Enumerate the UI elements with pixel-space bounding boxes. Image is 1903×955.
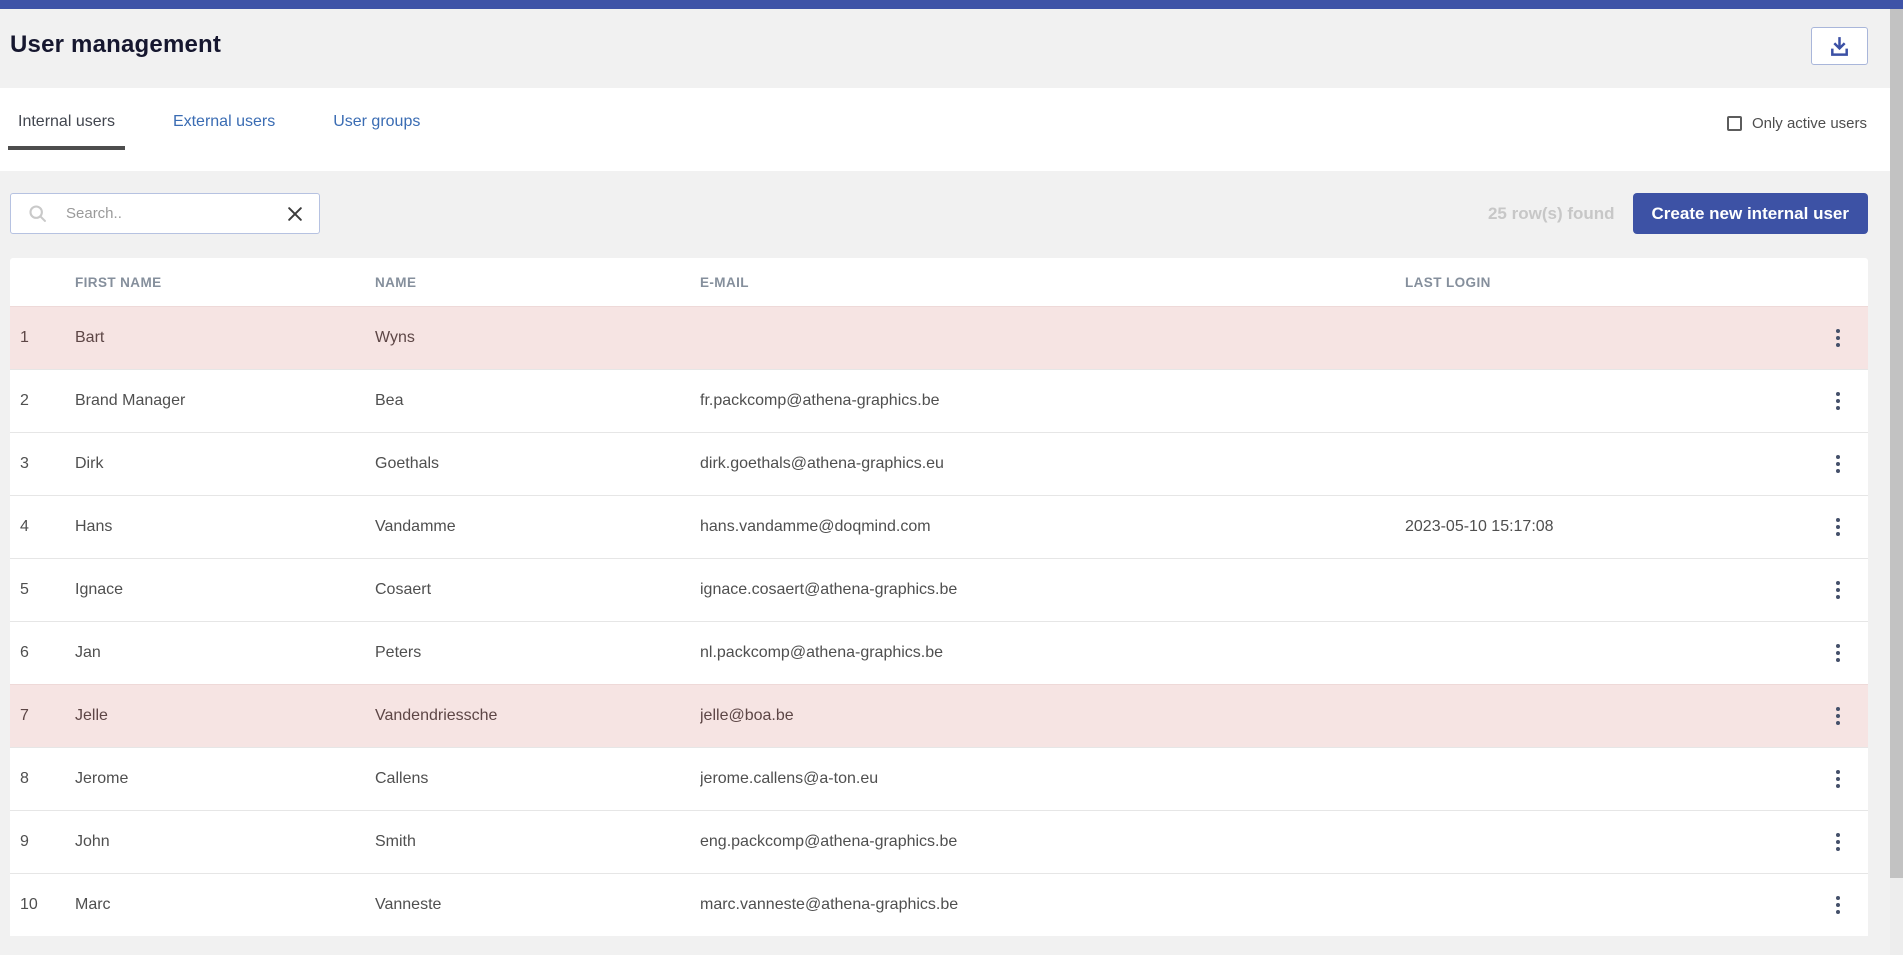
cell-email: nl.packcomp@athena-graphics.be bbox=[700, 644, 1405, 662]
cell-email: jerome.callens@a-ton.eu bbox=[700, 770, 1405, 788]
cell-email: fr.packcomp@athena-graphics.be bbox=[700, 392, 1405, 410]
table-row[interactable]: 5 Ignace Cosaert ignace.cosaert@athena-g… bbox=[10, 558, 1868, 621]
close-icon bbox=[285, 204, 305, 224]
row-number: 4 bbox=[20, 518, 75, 536]
clear-search-button[interactable] bbox=[283, 202, 307, 226]
row-actions-menu-button[interactable] bbox=[1828, 449, 1848, 479]
cell-first-name: Ignace bbox=[75, 581, 375, 599]
tab-internal-users[interactable]: Internal users bbox=[8, 113, 125, 150]
row-number: 8 bbox=[20, 770, 75, 788]
kebab-icon bbox=[1836, 770, 1840, 774]
cell-first-name: Brand Manager bbox=[75, 392, 375, 410]
only-active-users-toggle[interactable]: Only active users bbox=[1727, 115, 1867, 132]
row-number: 9 bbox=[20, 833, 75, 851]
row-number: 7 bbox=[20, 707, 75, 725]
rows-found-count: 25 row(s) found bbox=[1488, 204, 1615, 224]
row-number: 3 bbox=[20, 455, 75, 473]
table-row[interactable]: 6 Jan Peters nl.packcomp@athena-graphics… bbox=[10, 621, 1868, 684]
kebab-icon bbox=[1836, 896, 1840, 900]
row-actions-menu-button[interactable] bbox=[1828, 575, 1848, 605]
row-actions-menu-button[interactable] bbox=[1828, 890, 1848, 920]
cell-first-name: Dirk bbox=[75, 455, 375, 473]
vertical-scrollbar[interactable] bbox=[1890, 9, 1903, 955]
cell-email: eng.packcomp@athena-graphics.be bbox=[700, 833, 1405, 851]
cell-first-name: John bbox=[75, 833, 375, 851]
app-top-accent-bar bbox=[0, 0, 1903, 9]
table-row[interactable]: 4 Hans Vandamme hans.vandamme@doqmind.co… bbox=[10, 495, 1868, 558]
tab-bar: Internal users External users User group… bbox=[8, 113, 430, 150]
cell-name: Vandamme bbox=[375, 518, 700, 536]
cell-name: Peters bbox=[375, 644, 700, 662]
kebab-icon bbox=[1836, 392, 1840, 396]
tab-external-users[interactable]: External users bbox=[163, 113, 285, 150]
table-toolbar: 25 row(s) found Create new internal user bbox=[10, 193, 1868, 234]
row-actions-menu-button[interactable] bbox=[1828, 701, 1848, 731]
tab-user-groups[interactable]: User groups bbox=[323, 113, 430, 150]
kebab-icon bbox=[1836, 707, 1840, 711]
table-row[interactable]: 8 Jerome Callens jerome.callens@a-ton.eu bbox=[10, 747, 1868, 810]
cell-name: Bea bbox=[375, 392, 700, 410]
only-active-checkbox[interactable] bbox=[1727, 116, 1742, 131]
cell-email: jelle@boa.be bbox=[700, 707, 1405, 725]
cell-last-login: 2023-05-10 15:17:08 bbox=[1405, 518, 1808, 536]
cell-name: Smith bbox=[375, 833, 700, 851]
search-box[interactable] bbox=[10, 193, 320, 234]
table-row[interactable]: 9 John Smith eng.packcomp@athena-graphic… bbox=[10, 810, 1868, 873]
table-body: 1 Bart Wyns 2 Brand Manager Bea fr.packc… bbox=[10, 306, 1868, 936]
kebab-icon bbox=[1836, 833, 1840, 837]
search-input[interactable] bbox=[64, 204, 283, 223]
cell-name: Callens bbox=[375, 770, 700, 788]
row-number: 1 bbox=[20, 329, 75, 347]
header-name: NAME bbox=[375, 275, 700, 290]
kebab-icon bbox=[1836, 329, 1840, 333]
row-number: 5 bbox=[20, 581, 75, 599]
scrollbar-thumb[interactable] bbox=[1890, 9, 1903, 878]
row-actions-menu-button[interactable] bbox=[1828, 764, 1848, 794]
cell-email: dirk.goethals@athena-graphics.eu bbox=[700, 455, 1405, 473]
row-number: 6 bbox=[20, 644, 75, 662]
download-button[interactable] bbox=[1811, 27, 1868, 65]
download-icon bbox=[1828, 35, 1851, 58]
table-row[interactable]: 1 Bart Wyns bbox=[10, 306, 1868, 369]
table-row[interactable]: 3 Dirk Goethals dirk.goethals@athena-gra… bbox=[10, 432, 1868, 495]
row-actions-menu-button[interactable] bbox=[1828, 512, 1848, 542]
cell-first-name: Jan bbox=[75, 644, 375, 662]
create-new-internal-user-button[interactable]: Create new internal user bbox=[1633, 193, 1868, 234]
row-actions-menu-button[interactable] bbox=[1828, 386, 1848, 416]
row-number: 2 bbox=[20, 392, 75, 410]
cell-first-name: Jerome bbox=[75, 770, 375, 788]
kebab-icon bbox=[1836, 581, 1840, 585]
search-icon bbox=[27, 203, 48, 224]
kebab-icon bbox=[1836, 455, 1840, 459]
table-row[interactable]: 2 Brand Manager Bea fr.packcomp@athena-g… bbox=[10, 369, 1868, 432]
row-actions-menu-button[interactable] bbox=[1828, 323, 1848, 353]
kebab-icon bbox=[1836, 644, 1840, 648]
cell-first-name: Marc bbox=[75, 896, 375, 914]
cell-first-name: Hans bbox=[75, 518, 375, 536]
cell-email: hans.vandamme@doqmind.com bbox=[700, 518, 1405, 536]
cell-name: Wyns bbox=[375, 329, 700, 347]
row-actions-menu-button[interactable] bbox=[1828, 827, 1848, 857]
header-email: E-MAIL bbox=[700, 275, 1405, 290]
header-first-name: FIRST NAME bbox=[75, 275, 375, 290]
table-row[interactable]: 7 Jelle Vandendriessche jelle@boa.be bbox=[10, 684, 1868, 747]
kebab-icon bbox=[1836, 518, 1840, 522]
table-row[interactable]: 10 Marc Vanneste marc.vanneste@athena-gr… bbox=[10, 873, 1868, 936]
cell-name: Vanneste bbox=[375, 896, 700, 914]
cell-name: Vandendriessche bbox=[375, 707, 700, 725]
cell-name: Cosaert bbox=[375, 581, 700, 599]
row-number: 10 bbox=[20, 896, 75, 914]
row-actions-menu-button[interactable] bbox=[1828, 638, 1848, 668]
cell-email: marc.vanneste@athena-graphics.be bbox=[700, 896, 1405, 914]
tabs-band: Internal users External users User group… bbox=[0, 88, 1903, 171]
cell-first-name: Jelle bbox=[75, 707, 375, 725]
only-active-label: Only active users bbox=[1752, 115, 1867, 132]
cell-email: ignace.cosaert@athena-graphics.be bbox=[700, 581, 1405, 599]
cell-name: Goethals bbox=[375, 455, 700, 473]
cell-first-name: Bart bbox=[75, 329, 375, 347]
users-table: FIRST NAME NAME E-MAIL LAST LOGIN 1 Bart… bbox=[10, 258, 1868, 936]
table-header-row: FIRST NAME NAME E-MAIL LAST LOGIN bbox=[10, 258, 1868, 306]
header-last-login: LAST LOGIN bbox=[1405, 275, 1808, 290]
page-title: User management bbox=[10, 31, 221, 59]
